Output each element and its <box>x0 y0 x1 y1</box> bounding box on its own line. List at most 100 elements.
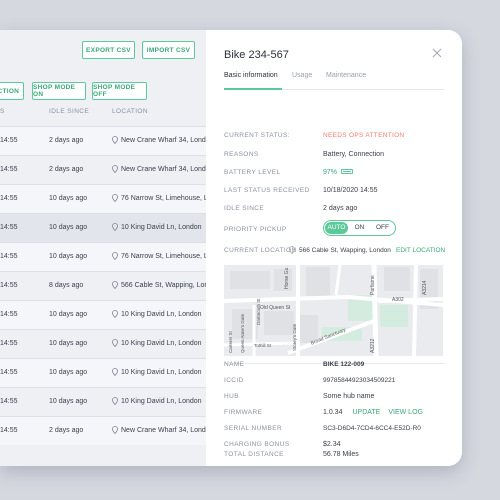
table-row[interactable]: 14:55 2 days ago New Crane Wharf 34, Londo… <box>0 155 206 184</box>
row-time: 14:55 <box>0 282 18 289</box>
idle-since-value: 2 days ago <box>323 205 358 212</box>
priority-on-option[interactable]: ON <box>348 222 371 234</box>
bikes-table-panel: EXPORT CSV IMPORT CSV ECTION SHOP MODE O… <box>0 30 206 466</box>
table-row[interactable]: 14:55 10 days ago 10 King David Ln, London <box>0 358 206 387</box>
location-pin-icon <box>112 165 118 173</box>
table-row[interactable]: 14:55 8 days ago 566 Cable St, Wapping, Lo… <box>0 271 206 300</box>
map-label-dartmouth-st: Dartmouth St <box>256 298 261 325</box>
location-pin-icon <box>112 194 118 202</box>
import-csv-button[interactable]: IMPORT CSV <box>142 41 195 59</box>
map-label-storeys-gate: Storey's Gate <box>292 323 297 351</box>
table-row[interactable]: 14:55 10 days ago 76 Narrow St, Limehouse,… <box>0 242 206 271</box>
row-location: 10 King David Ln, London <box>121 311 202 318</box>
table-row[interactable]: 14:55 10 days ago 10 King David Ln, London <box>0 329 206 358</box>
detail-title: Bike 234-567 <box>224 49 289 61</box>
current-status-label: CURRENT STATUS: <box>224 132 290 139</box>
row-time: 14:55 <box>0 224 18 231</box>
map-label-horse-guards: Horse Gu <box>284 267 290 289</box>
last-status-value: 10/18/2020 14:55 <box>323 187 378 194</box>
current-status-value: NEEDS OPS ATTENTION <box>323 132 405 139</box>
last-status-label: LAST STATUS RECEIVED <box>224 187 310 194</box>
current-location-label: CURRENT LOCATION <box>224 247 297 254</box>
active-tab-indicator <box>224 88 282 90</box>
location-pin-icon <box>112 310 118 318</box>
shop-mode-off-button[interactable]: SHOP MODE OFF <box>92 82 147 100</box>
table-row[interactable]: 14:55 2 days ago New Crane Wharf 34, Londo… <box>0 126 206 155</box>
row-location: 566 Cable St, Wapping, London <box>121 282 206 289</box>
row-location: 76 Narrow St, Limehouse, London <box>121 253 206 260</box>
iccid-label: ICCID <box>224 377 244 384</box>
battery-level-label: BATTERY LEVEL <box>224 169 281 176</box>
map-label-queen-annes-gate: Queen Anne's Gate <box>240 313 245 353</box>
row-time: 14:55 <box>0 369 18 376</box>
charging-bonus-label: CHARGING BONUS <box>224 441 290 448</box>
close-icon[interactable] <box>432 48 442 58</box>
reasons-value: Battery, Connection <box>323 151 384 158</box>
row-time: 14:55 <box>0 166 18 173</box>
firmware-value: 1.0.34 <box>323 409 343 416</box>
row-idle-since: 10 days ago <box>49 311 88 318</box>
row-time: 14:55 <box>0 427 18 434</box>
row-idle-since: 8 days ago <box>49 282 84 289</box>
row-idle-since: 2 days ago <box>49 427 84 434</box>
firmware-view-log-link[interactable]: VIEW LOG <box>388 409 423 416</box>
map-label-a3212: A3212 <box>370 338 376 353</box>
idle-since-label: IDLE SINCE <box>224 205 265 212</box>
column-header-time[interactable]: S <box>0 108 5 115</box>
edit-location-link[interactable]: EDIT LOCATION <box>396 247 445 254</box>
table-row[interactable]: 14:55 10 days ago 10 King David Ln, London <box>0 387 206 416</box>
location-pin-icon <box>112 223 118 231</box>
table-row[interactable]: 14:55 10 days ago 76 Narrow St, Limehouse,… <box>0 184 206 213</box>
row-location: New Crane Wharf 34, London <box>121 166 206 173</box>
name-label: NAME <box>224 361 245 368</box>
serial-number-value: SC3-D6D4-7CD4-6CC4-E52D-R0 <box>323 425 421 432</box>
row-location: 10 King David Ln, London <box>121 340 202 347</box>
firmware-update-link[interactable]: UPDATE <box>352 409 380 416</box>
row-time: 14:55 <box>0 195 18 202</box>
current-location-value: 566 Cable St, Wapping, London <box>299 247 391 254</box>
location-pin-icon <box>289 246 295 254</box>
priority-pickup-label: PRIORITY PICKUP <box>224 226 287 233</box>
row-location: New Crane Wharf 34, London <box>121 137 206 144</box>
location-pin-icon <box>112 136 118 144</box>
location-pin-icon <box>112 397 118 405</box>
priority-auto-option[interactable]: AUTO <box>325 222 348 234</box>
tab-maintenance[interactable]: Maintenance <box>326 72 366 79</box>
row-idle-since: 10 days ago <box>49 195 88 202</box>
hub-label: HUB <box>224 393 239 400</box>
total-distance-value: 56.78 Miles <box>323 451 359 458</box>
export-csv-button[interactable]: EXPORT CSV <box>82 41 135 59</box>
row-time: 14:55 <box>0 137 18 144</box>
row-time: 14:55 <box>0 253 18 260</box>
location-pin-icon <box>112 281 118 289</box>
tab-usage[interactable]: Usage <box>292 72 312 79</box>
column-header-location[interactable]: LOCATION <box>112 108 148 115</box>
map-label-carteret-st: Carteret St <box>228 331 233 353</box>
table-row[interactable]: 14:55 10 days ago 10 King David Ln, London <box>0 300 206 329</box>
table-row[interactable]: 14:55 2 days ago New Crane Wharf 34, Londo… <box>0 416 206 445</box>
location-pin-icon <box>112 252 118 260</box>
firmware-label: FIRMWARE <box>224 409 263 416</box>
location-map[interactable]: Old Queen St Horse Gu Parliame A302 A321… <box>224 265 443 356</box>
tab-basic-information[interactable]: Basic information <box>224 72 278 79</box>
map-label-a3214: A3214 <box>422 280 428 295</box>
map-label-old-queen-st: Old Queen St <box>260 305 291 311</box>
priority-pickup-toggle: AUTO ON OFF <box>323 220 396 236</box>
name-value: BIKE 122-009 <box>323 361 365 368</box>
collection-button[interactable]: ECTION <box>0 82 24 100</box>
priority-off-option[interactable]: OFF <box>371 222 394 234</box>
shop-mode-on-button[interactable]: SHOP MODE ON <box>32 82 86 100</box>
row-time: 14:55 <box>0 398 18 405</box>
location-pin-icon <box>112 339 118 347</box>
table-header: S IDLE SINCE LOCATION <box>0 104 206 122</box>
total-distance-label: TOTAL DISTANCE <box>224 451 284 458</box>
column-header-idle-since[interactable]: IDLE SINCE <box>49 108 89 115</box>
location-pin-icon <box>112 426 118 434</box>
battery-percent: 97% <box>323 169 338 176</box>
row-location: 10 King David Ln, London <box>121 398 202 405</box>
map-label-tothill-st: Tothill St <box>254 343 272 348</box>
hub-value: Some hub name <box>323 393 375 400</box>
charging-bonus-value: $2.34 <box>323 441 341 448</box>
table-row[interactable]: 14:55 10 days ago 10 King David Ln, London <box>0 213 206 242</box>
iccid-value: 99785844923034509221 <box>323 377 396 384</box>
